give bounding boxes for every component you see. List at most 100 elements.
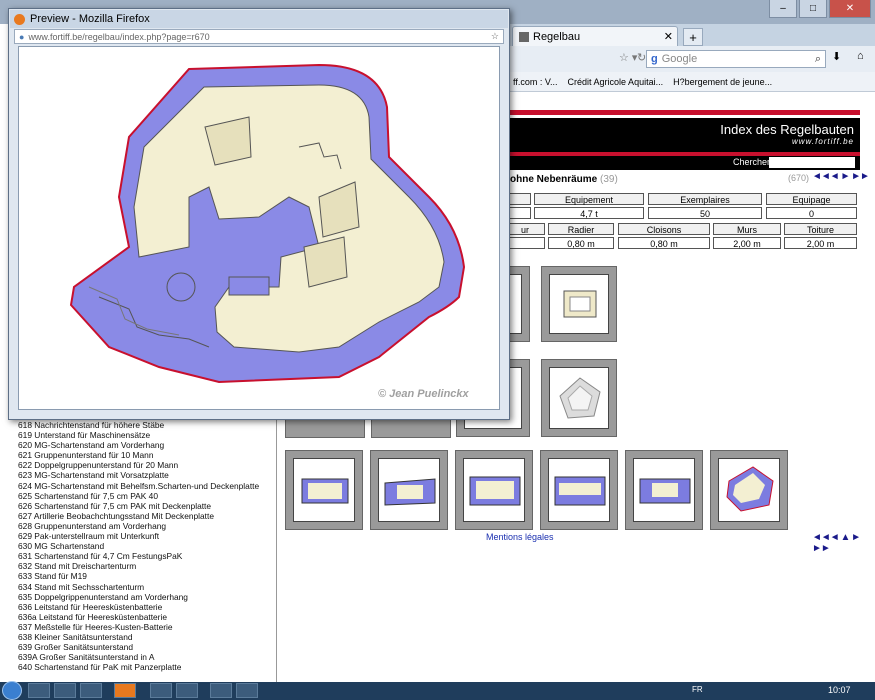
page-index: (670) — [788, 173, 810, 183]
photo-credit: © Jean Puelinckx — [378, 388, 469, 400]
list-item[interactable]: 636 Leitstand für Heeresküstenbatterie — [18, 602, 259, 612]
list-item[interactable]: 633 Stand für M19 — [18, 571, 259, 581]
bunker-count: (39) — [600, 174, 618, 185]
list-item[interactable]: 618 Nachrichtenstand für höhere Stäbe — [18, 420, 259, 430]
firefox-taskbar-icon[interactable] — [114, 683, 136, 698]
bookmark-item[interactable]: ff.com : V... — [513, 77, 558, 87]
list-item[interactable]: 640 Schartenstand für PaK mit Panzerplat… — [18, 662, 259, 672]
regelbau-list: 618 Nachrichtenstand für höhere Stäbe 61… — [18, 420, 259, 672]
thumbnail[interactable] — [455, 450, 533, 530]
media-player-icon[interactable] — [80, 683, 102, 698]
firefox-icon — [14, 13, 25, 25]
list-item[interactable]: 632 Stand mit Dreischartenturm — [18, 561, 259, 571]
list-item[interactable]: 626 Schartenstand für 7,5 cm PAK mit Dec… — [18, 501, 259, 511]
google-icon: g — [651, 53, 658, 65]
bunker-name: ohne Nebenräume — [510, 174, 598, 185]
footer-pagination-arrows[interactable]: ◄◄◄ ▲ ► ►► — [812, 532, 875, 554]
thumbnail[interactable] — [625, 450, 703, 530]
pagination-arrows[interactable]: ◄◄◄ ► ►► — [812, 171, 870, 182]
preview-url: www.fortiff.be/regelbau/index.php?page=r… — [28, 31, 210, 42]
list-item[interactable]: 637 Meßstelle für Heeres-Kusten-Batterie — [18, 622, 259, 632]
list-item[interactable]: 620 MG-Schartenstand am Vorderhang — [18, 440, 259, 450]
thumbnail[interactable] — [285, 450, 363, 530]
list-item[interactable]: 635 Doppelgrippenunterstand am Vorderhan… — [18, 592, 259, 602]
app-icon[interactable] — [176, 683, 198, 698]
search-icon[interactable]: ⌕ — [815, 53, 821, 66]
table2-header: Radier — [548, 223, 614, 235]
list-item[interactable]: 631 Schartenstand für 4,7 Cm FestungsPaK — [18, 551, 259, 561]
banner-subtitle: www.fortiff.be — [791, 137, 854, 146]
bunker-thumb-icon — [559, 377, 601, 419]
thumbnail[interactable] — [541, 359, 617, 437]
table1-cell: 50 — [648, 207, 762, 219]
downloads-icon[interactable]: ⬇ — [832, 50, 841, 63]
app-icon[interactable] — [236, 683, 258, 698]
fortress-icon — [519, 31, 529, 42]
preview-content — [18, 46, 500, 410]
bookmark-item[interactable]: H?bergement de jeune... — [673, 77, 772, 87]
reload-icon[interactable]: ↻ — [637, 51, 646, 64]
close-tab-icon[interactable]: ✕ — [664, 30, 673, 43]
bookmark-item[interactable]: Crédit Agricole Aquitai... — [568, 77, 664, 87]
bookmarks-toolbar: ff.com : V... Crédit Agricole Aquitai...… — [505, 72, 875, 92]
bunker-thumb-icon — [469, 476, 521, 506]
banner-title: Index des Regelbauten — [720, 122, 854, 137]
list-item[interactable]: 621 Gruppenunterstand für 10 Mann — [18, 450, 259, 460]
table2-header: Toiture — [784, 223, 857, 235]
list-item[interactable]: 638 Kleiner Sanitätsunterstand — [18, 632, 259, 642]
close-button[interactable]: ✕ — [829, 0, 871, 18]
thumbnail[interactable] — [541, 266, 617, 342]
bunker-thumb-icon — [563, 290, 597, 318]
start-button[interactable] — [2, 681, 22, 700]
table1-cell: 0 — [766, 207, 857, 219]
list-item[interactable]: 628 Gruppenunterstand am Vorderhang — [18, 521, 259, 531]
bunker-thumb-icon — [726, 466, 774, 512]
list-item[interactable]: 630 MG Schartenstand — [18, 541, 259, 551]
thumbnail[interactable] — [540, 450, 618, 530]
tab-label: Regelbau — [533, 30, 581, 43]
list-item[interactable]: 629 Pak-unterstellraum mit Unterkunft — [18, 531, 259, 541]
chercher-input[interactable] — [769, 157, 855, 168]
list-item[interactable]: 624 MG-Schartenstand mit Behelfsm.Schart… — [18, 481, 259, 491]
list-item[interactable]: 623 MG-Schartenstand mit Vorsatzplatte — [18, 470, 259, 480]
thumbnail[interactable] — [710, 450, 788, 530]
mentions-legales-link[interactable]: Mentions légales — [486, 532, 554, 542]
app-icon[interactable] — [150, 683, 172, 698]
list-item[interactable]: 634 Stand mit Sechsschartenturm — [18, 582, 259, 592]
clock[interactable]: 10:07 — [828, 685, 851, 695]
table2-cell: 0,80 m — [618, 237, 710, 249]
thumbnail[interactable] — [370, 450, 448, 530]
bookmark-star-icon[interactable]: ☆ — [491, 31, 499, 42]
language-indicator[interactable]: FR — [692, 685, 703, 694]
preview-title: Preview - Mozilla Firefox — [30, 13, 150, 25]
home-icon[interactable]: ⌂ — [857, 50, 864, 62]
list-item[interactable]: 639A Großer Sanitätsunterstand in A — [18, 652, 259, 662]
list-item[interactable]: 625 Schartenstand für 7,5 cm PAK 40 — [18, 491, 259, 501]
globe-icon: ● — [19, 31, 25, 42]
app-icon[interactable] — [210, 683, 232, 698]
regelbau-list-panel: 618 Nachrichtenstand für höhere Stäbe 61… — [0, 418, 277, 682]
preview-url-bar[interactable]: ● www.fortiff.be/regelbau/index.php?page… — [14, 29, 504, 44]
list-item[interactable]: 622 Doppelgruppenunterstand für 20 Mann — [18, 460, 259, 470]
explorer-icon[interactable] — [28, 683, 50, 698]
tab-regelbau[interactable]: Regelbau ✕ — [512, 26, 678, 46]
search-label: Chercher — [733, 157, 771, 167]
bunker-title: ohne Nebenräume (39) — [510, 174, 618, 185]
bunker-thumb-icon — [639, 478, 691, 504]
table2-cell — [505, 237, 545, 249]
table1-header: Exemplaires — [648, 193, 762, 205]
list-item[interactable]: 636a Leitstand für Heeresküstenbatterie — [18, 612, 259, 622]
new-tab-button[interactable]: + — [683, 28, 703, 46]
search-placeholder: Google — [661, 53, 698, 65]
preview-titlebar: Preview - Mozilla Firefox — [10, 10, 508, 28]
bunker-thumb-icon — [301, 478, 349, 504]
folder-icon[interactable] — [54, 683, 76, 698]
search-input[interactable]: g Google ⌕ — [646, 50, 826, 68]
list-item[interactable]: 627 Artillerie Beobachchtungsstand Mit D… — [18, 511, 259, 521]
list-item[interactable]: 639 Großer Sanitätsunterstand — [18, 642, 259, 652]
bookmark-star-icon[interactable]: ☆ ▾ — [619, 51, 637, 64]
table2-header: Murs — [713, 223, 781, 235]
maximize-button[interactable]: □ — [799, 0, 827, 18]
minimize-button[interactable]: – — [769, 0, 797, 18]
list-item[interactable]: 619 Unterstand für Maschinensätze — [18, 430, 259, 440]
